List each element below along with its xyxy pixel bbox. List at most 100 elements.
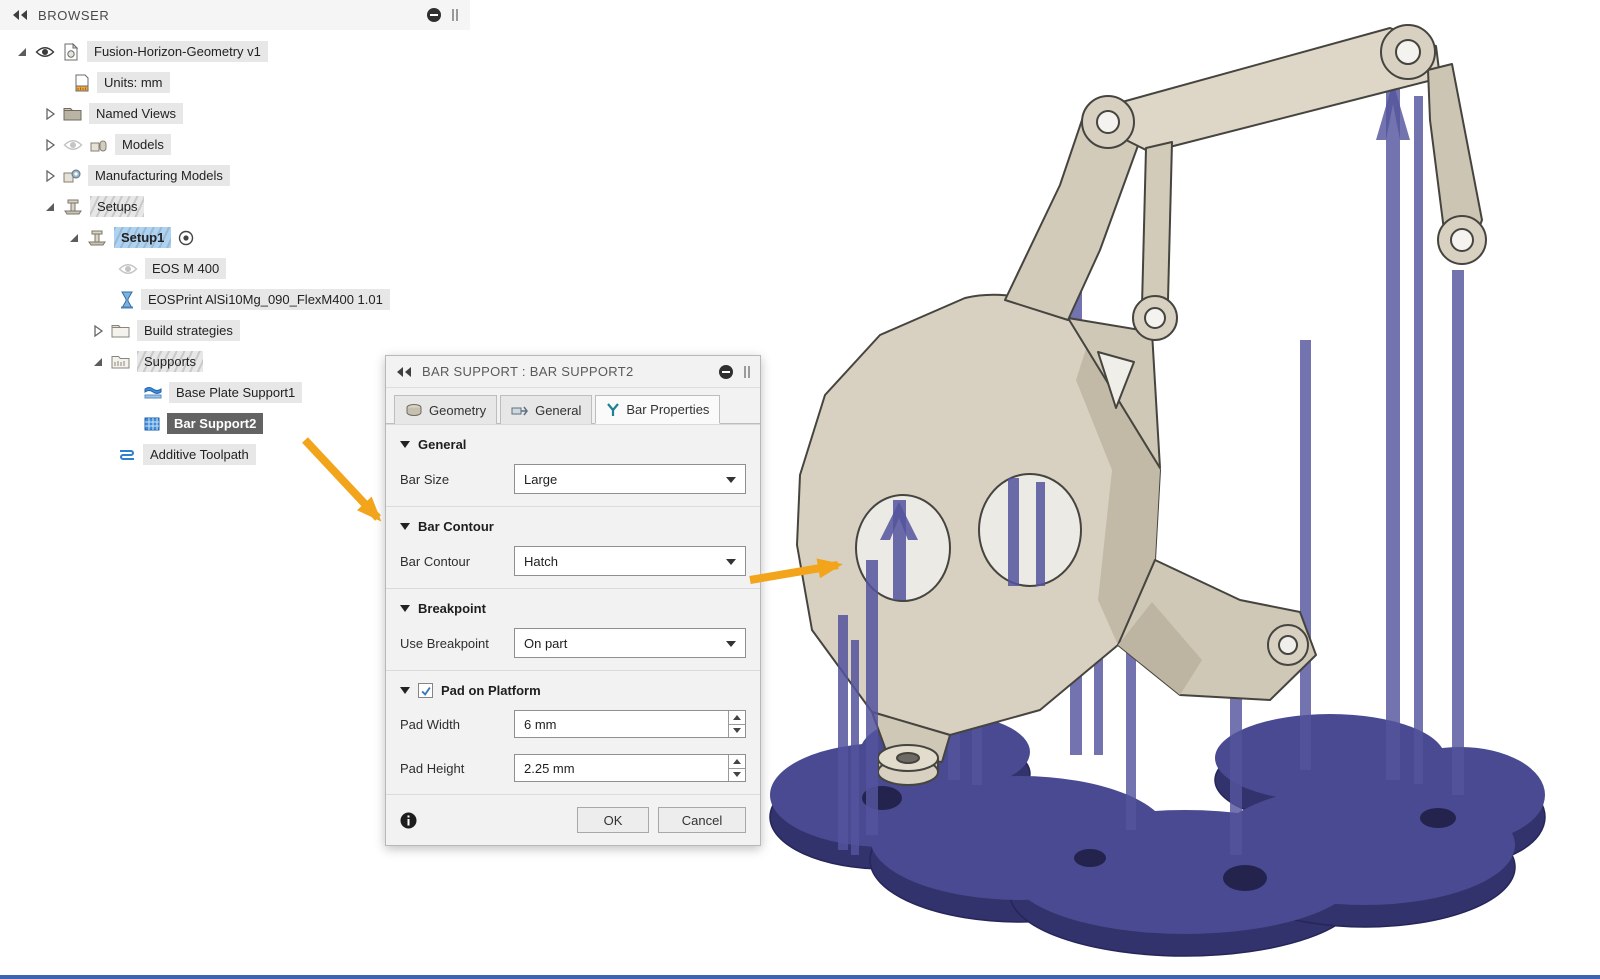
info-icon[interactable] xyxy=(400,812,417,829)
tree-label: Additive Toolpath xyxy=(143,444,256,465)
section-general-header[interactable]: General xyxy=(386,425,760,460)
tree-row-machine[interactable]: EOS M 400 xyxy=(0,253,470,284)
pad-height-label: Pad Height xyxy=(400,760,465,776)
pad-on-platform-checkbox[interactable] xyxy=(418,683,433,698)
expander-collapsed-icon[interactable] xyxy=(92,324,104,337)
tree-label: Units: mm xyxy=(97,72,170,93)
section-pad-on-platform: Pad on Platform Pad Width 6 mm Pad Heigh… xyxy=(386,670,760,794)
tab-general[interactable]: General xyxy=(500,395,593,424)
tree-row-manufacturing-models[interactable]: Manufacturing Models xyxy=(0,160,470,191)
visibility-eye-hidden-icon[interactable] xyxy=(63,138,83,152)
tree-label-selected: Setup1 xyxy=(114,227,172,248)
chevron-down-icon xyxy=(726,641,736,647)
section-title: Breakpoint xyxy=(418,601,486,616)
chevron-down-icon xyxy=(726,477,736,483)
spin-down-button[interactable] xyxy=(729,769,745,782)
tab-geometry[interactable]: Geometry xyxy=(394,395,498,424)
components-icon xyxy=(90,140,107,151)
expander-expanded-icon[interactable] xyxy=(16,46,28,58)
cancel-button[interactable]: Cancel xyxy=(658,807,746,833)
section-title: General xyxy=(418,437,467,452)
bar-contour-dropdown[interactable]: Hatch xyxy=(514,546,746,576)
section-bar-contour-header[interactable]: Bar Contour xyxy=(386,507,760,542)
minimize-panel-icon[interactable] xyxy=(426,7,442,23)
section-pad-header[interactable]: Pad on Platform xyxy=(386,671,760,706)
geometry-tab-icon xyxy=(406,403,422,416)
fusion-window: BROWSER Fusion-Horizon-Geometry v1 Units… xyxy=(0,0,1600,979)
row-pad-height: Pad Height 2.25 mm xyxy=(386,750,760,794)
dialog-minimize-icon[interactable] xyxy=(718,364,734,380)
ok-button[interactable]: OK xyxy=(577,807,649,833)
bar-contour-label: Bar Contour xyxy=(400,553,471,569)
visibility-eye-hidden-icon[interactable] xyxy=(118,262,138,276)
collapse-panel-icon[interactable] xyxy=(12,10,28,20)
tab-bar-properties[interactable]: Bar Properties xyxy=(595,395,721,424)
active-setup-radio-icon[interactable] xyxy=(178,230,194,246)
bar-size-dropdown[interactable]: Large xyxy=(514,464,746,494)
expander-collapsed-icon[interactable] xyxy=(44,107,56,120)
dialog-title: BAR SUPPORT : BAR SUPPORT2 xyxy=(422,364,634,379)
bar-size-label: Bar Size xyxy=(400,471,450,487)
triangle-up-icon xyxy=(733,714,741,720)
row-pad-width: Pad Width 6 mm xyxy=(386,706,760,750)
tree-label: Base Plate Support1 xyxy=(169,382,303,403)
section-collapse-icon[interactable] xyxy=(400,605,410,612)
bar-contour-value: Hatch xyxy=(524,553,558,569)
tree-row-print-setting[interactable]: EOSPrint AlSi10Mg_090_FlexM400 1.01 xyxy=(0,284,470,315)
section-collapse-icon[interactable] xyxy=(400,687,410,694)
supports-folder-icon xyxy=(111,356,130,369)
expander-expanded-icon[interactable] xyxy=(44,201,56,213)
section-title: Bar Contour xyxy=(418,519,494,534)
chevron-down-icon xyxy=(726,559,736,565)
pad-width-input[interactable]: 6 mm xyxy=(514,710,746,738)
tree-row-setups[interactable]: Setups xyxy=(0,191,470,222)
window-edge xyxy=(0,975,1600,979)
tree-row-root[interactable]: Fusion-Horizon-Geometry v1 xyxy=(0,36,470,67)
section-breakpoint-header[interactable]: Breakpoint xyxy=(386,589,760,624)
tree-label: EOS M 400 xyxy=(145,258,227,279)
document-icon xyxy=(64,42,79,60)
expander-collapsed-icon[interactable] xyxy=(44,138,56,151)
pad-width-label: Pad Width xyxy=(400,716,460,732)
tree-label: EOSPrint AlSi10Mg_090_FlexM400 1.01 xyxy=(141,289,390,310)
tree-row-named-views[interactable]: Named Views xyxy=(0,98,470,129)
folder-icon xyxy=(111,325,130,338)
tab-label: Geometry xyxy=(429,402,487,418)
units-icon xyxy=(75,74,89,91)
spin-up-button[interactable] xyxy=(729,711,745,725)
tree-row-setup1[interactable]: Setup1 xyxy=(0,222,470,253)
bar-support-dialog: BAR SUPPORT : BAR SUPPORT2 Geometry Gene… xyxy=(385,355,761,846)
bar-size-value: Large xyxy=(524,471,558,487)
dialog-collapse-icon[interactable] xyxy=(396,366,412,377)
panel-grip-icon[interactable] xyxy=(452,8,458,22)
use-breakpoint-label: Use Breakpoint xyxy=(400,635,489,651)
spin-down-button[interactable] xyxy=(729,725,745,738)
use-breakpoint-dropdown[interactable]: On part xyxy=(514,628,746,658)
additive-toolpath-icon xyxy=(120,449,134,460)
visibility-eye-icon[interactable] xyxy=(35,45,55,59)
dialog-grip-icon[interactable] xyxy=(744,365,750,379)
expander-expanded-icon[interactable] xyxy=(92,356,104,368)
browser-header: BROWSER xyxy=(0,0,470,30)
spin-up-button[interactable] xyxy=(729,755,745,769)
tab-label: General xyxy=(535,402,582,418)
pad-height-input[interactable]: 2.25 mm xyxy=(514,754,746,782)
section-collapse-icon[interactable] xyxy=(400,441,410,448)
section-collapse-icon[interactable] xyxy=(400,523,410,530)
tree-row-models[interactable]: Models xyxy=(0,129,470,160)
expander-collapsed-icon[interactable] xyxy=(44,169,56,182)
dialog-tabs: Geometry General Bar Properties xyxy=(386,388,760,424)
tree-label: Models xyxy=(115,134,171,155)
pad-height-value: 2.25 mm xyxy=(524,760,575,776)
row-bar-contour: Bar Contour Hatch xyxy=(386,542,760,588)
tree-label: Supports xyxy=(137,351,204,372)
tab-label: Bar Properties xyxy=(626,402,710,417)
pad-width-value: 6 mm xyxy=(524,716,557,732)
tree-label-selected: Bar Support2 xyxy=(167,413,264,434)
section-breakpoint: Breakpoint Use Breakpoint On part xyxy=(386,588,760,670)
tree-row-build-strategies[interactable]: Build strategies xyxy=(0,315,470,346)
dialog-header[interactable]: BAR SUPPORT : BAR SUPPORT2 xyxy=(386,356,760,388)
expander-expanded-icon[interactable] xyxy=(68,232,80,244)
tree-row-units[interactable]: Units: mm xyxy=(0,67,470,98)
print-setting-icon xyxy=(121,291,133,308)
